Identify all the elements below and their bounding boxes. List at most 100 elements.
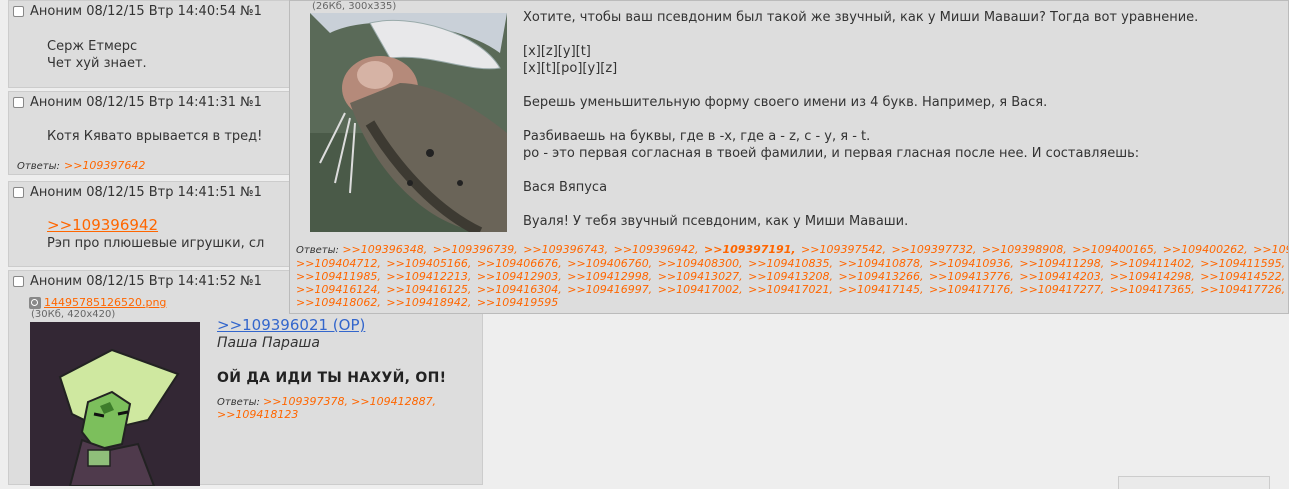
reply-link[interactable]: >>109405166,	[386, 257, 471, 270]
reply-link[interactable]: >>109411595,	[1200, 257, 1285, 270]
reply-link[interactable]: >>109419595	[477, 296, 558, 309]
reply-link[interactable]: >>109414203,	[1019, 270, 1104, 283]
replies-label: Ответы:	[217, 397, 260, 408]
reply-link[interactable]: >>109413027,	[658, 270, 743, 283]
file-info: 14495785126520.png	[29, 296, 166, 309]
reply-link[interactable]: >>109413776,	[929, 270, 1014, 283]
message-line: Серж Етмерс	[47, 39, 138, 54]
replies-label: Ответы:	[296, 245, 339, 256]
post-header-text: Аноним 08/12/15 Втр 14:41:31 №1	[30, 95, 262, 110]
message-line: ро - это первая согласная в твоей фамили…	[523, 146, 1140, 161]
post-header-text: Аноним 08/12/15 Втр 14:41:51 №1	[30, 185, 262, 200]
popup-image[interactable]	[310, 13, 507, 232]
reply-link[interactable]: >>109414522,	[1200, 270, 1285, 283]
bottom-input[interactable]	[1118, 476, 1270, 489]
reply-link[interactable]: >>109417145,	[839, 283, 924, 296]
message-line: Вася Вяпуса	[523, 180, 608, 195]
reply-link[interactable]: >>109396743,	[523, 243, 608, 256]
reply-link[interactable]: >>109417002,	[658, 283, 743, 296]
message-line: Берешь уменьшительную форму своего имени…	[523, 95, 1048, 110]
reply-link[interactable]: >>109411298,	[1019, 257, 1104, 270]
message-line: Котя Кявато врывается в тред!	[47, 129, 263, 144]
popup-message: Хотите, чтобы ваш псевдоним был такой же…	[523, 9, 1198, 230]
reply-link[interactable]: >>109396942,	[614, 243, 699, 256]
reply-link[interactable]: >>109416997,	[567, 283, 652, 296]
checkbox-icon[interactable]	[13, 187, 24, 198]
reply-link[interactable]: >>109412998,	[567, 270, 652, 283]
message-line: Чет хуй знает.	[47, 56, 147, 71]
reply-link[interactable]: >>109410835,	[748, 257, 833, 270]
reply-link[interactable]: >>109412213,	[386, 270, 471, 283]
reply-link[interactable]: >>109400165,	[1072, 243, 1157, 256]
reply-link[interactable]: >>109411402,	[1110, 257, 1195, 270]
reply-link[interactable]: >>109406760,	[567, 257, 652, 270]
reply-link[interactable]: >>109417726,	[1200, 283, 1285, 296]
reply-link[interactable]: >>109406676,	[477, 257, 562, 270]
message-paragraph: Хотите, чтобы ваш псевдоним был такой же…	[523, 9, 1198, 26]
post-replies: Ответы: >>109396348, >>109396739, >>1093…	[296, 243, 1288, 309]
reply-link[interactable]: >>109404,	[1253, 243, 1288, 256]
reply-link[interactable]: >>109400262,	[1163, 243, 1248, 256]
reply-link[interactable]: >>109418942,	[386, 296, 471, 309]
reply-link[interactable]: >>109417021,	[748, 283, 833, 296]
reply-link[interactable]: >>109397542,	[801, 243, 886, 256]
post-2: Аноним 08/12/15 Втр 14:41:31 №1 Котя Кяв…	[8, 91, 290, 175]
reply-link[interactable]: >>109417277,	[1019, 283, 1104, 296]
reply-link[interactable]: >>109417176,	[929, 283, 1014, 296]
reply-link[interactable]: >>109416304,	[477, 283, 562, 296]
reply-link[interactable]: >>109397191,	[704, 243, 796, 256]
post-replies: Ответы: >>109397378, >>109412887, >>1094…	[217, 396, 446, 422]
checkbox-icon[interactable]	[13, 6, 24, 17]
message-line: Рэп про плюшевые игрушки, сл	[47, 236, 265, 251]
post-header-text: Аноним 08/12/15 Втр 14:40:54 №1	[30, 4, 262, 19]
reply-link[interactable]: >>109397642	[64, 159, 145, 172]
reply-link[interactable]: >>109396739,	[433, 243, 518, 256]
post-message: Серж Етмерс Чет хуй знает.	[47, 38, 147, 72]
reply-link[interactable]: >>109411985,	[296, 270, 381, 283]
reply-link[interactable]: >>109396348,	[342, 243, 427, 256]
replies-label: Ответы:	[17, 161, 60, 172]
reply-link[interactable]: >>109410878,	[839, 257, 924, 270]
reply-link[interactable]: >>109413266,	[839, 270, 924, 283]
reply-link[interactable]: >>109413208,	[748, 270, 833, 283]
message-line: Вуаля! У тебя звучный псевдоним, как у М…	[523, 214, 909, 229]
reply-link[interactable]: >>109398908,	[982, 243, 1067, 256]
post-1: Аноним 08/12/15 Втр 14:40:54 №1 Серж Етм…	[8, 0, 290, 88]
checkbox-icon[interactable]	[13, 97, 24, 108]
reply-link[interactable]: >>109410936,	[929, 257, 1014, 270]
message-bold-text: ОЙ ДА ИДИ ТЫ НАХУЙ, ОП!	[217, 370, 447, 386]
reply-link[interactable]: >>109412887,	[351, 395, 436, 408]
reply-link[interactable]: >>109397378,	[263, 395, 348, 408]
post-header: Аноним 08/12/15 Втр 14:41:31 №1	[13, 95, 262, 110]
post-message: >>109396942 Рэп про плюшевые игрушки, сл	[47, 217, 264, 252]
message-paragraph: [x][z][y][t] [x][t][po][y][z]	[523, 43, 1198, 77]
message-line: [x][t][po][y][z]	[523, 61, 618, 76]
op-post-body: >>109396021 (OP) Паша Параша ОЙ ДА ИДИ Т…	[217, 317, 446, 422]
post-thumbnail-image[interactable]	[30, 322, 200, 486]
post-header: Аноним 08/12/15 Втр 14:41:51 №1	[13, 185, 262, 200]
message-paragraph: Разбиваешь на буквы, где в -x, где а - z…	[523, 128, 1198, 162]
magnifier-icon[interactable]	[29, 297, 41, 309]
post-header: Аноним 08/12/15 Втр 14:41:52 №1	[13, 274, 262, 289]
file-meta: (26Кб, 300x335)	[312, 1, 397, 12]
reply-link[interactable]: >>109414298,	[1110, 270, 1195, 283]
post-preview-popup: (26Кб, 300x335) Хотите, чтобы ваш псевдо…	[289, 0, 1289, 314]
reply-link[interactable]: >>109418123	[217, 408, 298, 421]
quote-link[interactable]: >>109396942	[47, 216, 158, 234]
reply-link[interactable]: >>109404712,	[296, 257, 381, 270]
reply-link[interactable]: >>109418062,	[296, 296, 381, 309]
post-message: Котя Кявато врывается в тред!	[47, 128, 262, 145]
reply-link[interactable]: >>109397732,	[891, 243, 976, 256]
reply-link[interactable]: >>109408300,	[658, 257, 743, 270]
file-meta: (30Кб, 420x420)	[31, 309, 116, 320]
reply-link[interactable]: >>109416124,	[296, 283, 381, 296]
reply-link[interactable]: >>109412903,	[477, 270, 562, 283]
checkbox-icon[interactable]	[13, 276, 24, 287]
op-link[interactable]: >>109396021 (OP)	[217, 316, 365, 334]
message-line: [x][z][y][t]	[523, 44, 591, 59]
message-line: Паша Параша	[217, 335, 320, 351]
reply-link[interactable]: >>109416125,	[386, 283, 471, 296]
post-replies: Ответы: >>109397642	[17, 158, 145, 173]
file-name-link[interactable]: 14495785126520.png	[44, 296, 166, 309]
reply-link[interactable]: >>109417365,	[1110, 283, 1195, 296]
